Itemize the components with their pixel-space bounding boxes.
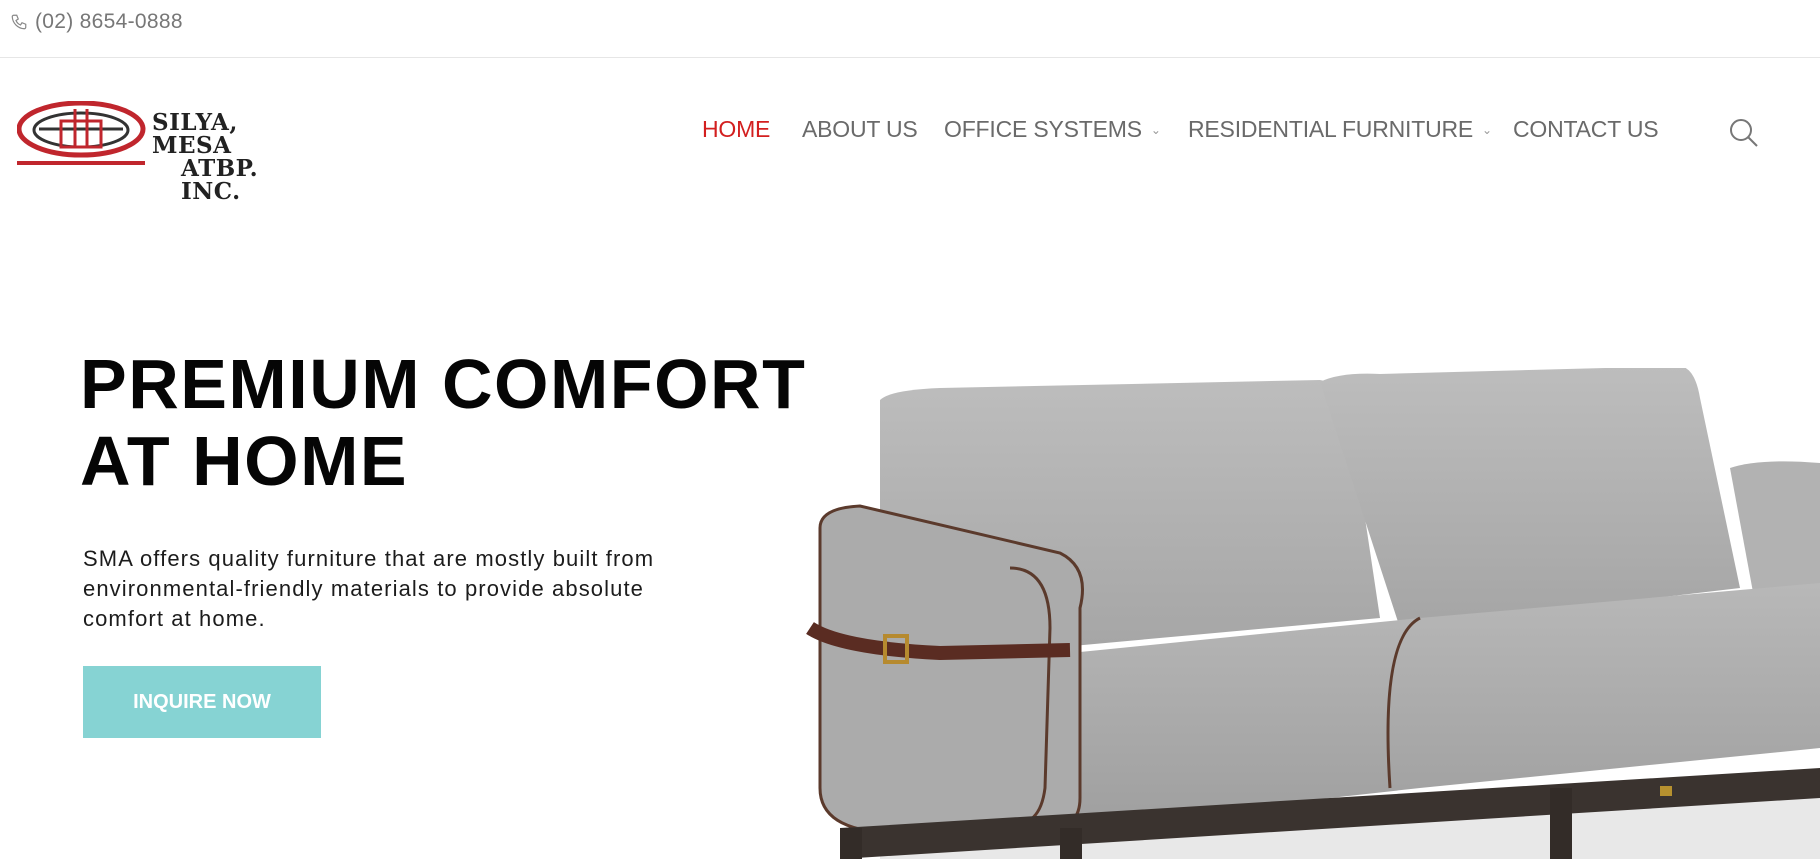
hero-description: SMA offers quality furniture that are mo… bbox=[83, 544, 723, 634]
nav-residential-furniture-label: RESIDENTIAL FURNITURE bbox=[1188, 116, 1474, 142]
inquire-now-button[interactable]: INQUIRE NOW bbox=[83, 666, 321, 738]
chevron-down-icon: ⌄ bbox=[1482, 122, 1492, 137]
nav-office-systems[interactable]: OFFICE SYSTEMS ⌄ bbox=[944, 116, 1161, 143]
hero-title-line-1: PREMIUM COMFORT bbox=[80, 345, 807, 423]
hero-description-line-3: comfort at home. bbox=[83, 606, 266, 631]
nav-about-us-label: ABOUT US bbox=[802, 116, 918, 142]
search-button[interactable] bbox=[1728, 117, 1760, 154]
logo[interactable]: SILYA, MESA ATBP. INC. bbox=[17, 101, 307, 203]
hero-description-line-1: SMA offers quality furniture that are mo… bbox=[83, 546, 655, 571]
logo-emblem-icon bbox=[17, 101, 146, 165]
phone-icon bbox=[11, 14, 27, 30]
logo-line-2: ATBP. INC. bbox=[181, 155, 259, 205]
top-bar: (02) 8654-0888 bbox=[0, 0, 1820, 58]
phone-text: (02) 8654-0888 bbox=[35, 10, 183, 33]
nav-home[interactable]: HOME bbox=[702, 116, 770, 143]
chevron-down-icon: ⌄ bbox=[1150, 122, 1161, 137]
logo-line-1: SILYA, MESA bbox=[152, 109, 238, 159]
hero-title: PREMIUM COMFORT AT HOME bbox=[80, 346, 806, 500]
nav-about-us[interactable]: ABOUT US bbox=[802, 116, 918, 143]
logo-wordmark: SILYA, MESA ATBP. INC. bbox=[152, 111, 307, 203]
nav-home-label: HOME bbox=[702, 116, 771, 142]
phone-number[interactable]: (02) 8654-0888 bbox=[10, 10, 183, 34]
nav-residential-furniture[interactable]: RESIDENTIAL FURNITURE ⌄ bbox=[1188, 116, 1492, 143]
nav-office-systems-label: OFFICE SYSTEMS bbox=[944, 116, 1142, 142]
nav-contact-us[interactable]: CONTACT US bbox=[1513, 116, 1659, 143]
hero-title-line-2: AT HOME bbox=[80, 422, 409, 500]
hero-description-line-2: environmental-friendly materials to prov… bbox=[83, 576, 645, 601]
nav-contact-us-label: CONTACT US bbox=[1513, 116, 1659, 142]
search-icon bbox=[1730, 119, 1758, 147]
sofa-image bbox=[806, 368, 1820, 859]
